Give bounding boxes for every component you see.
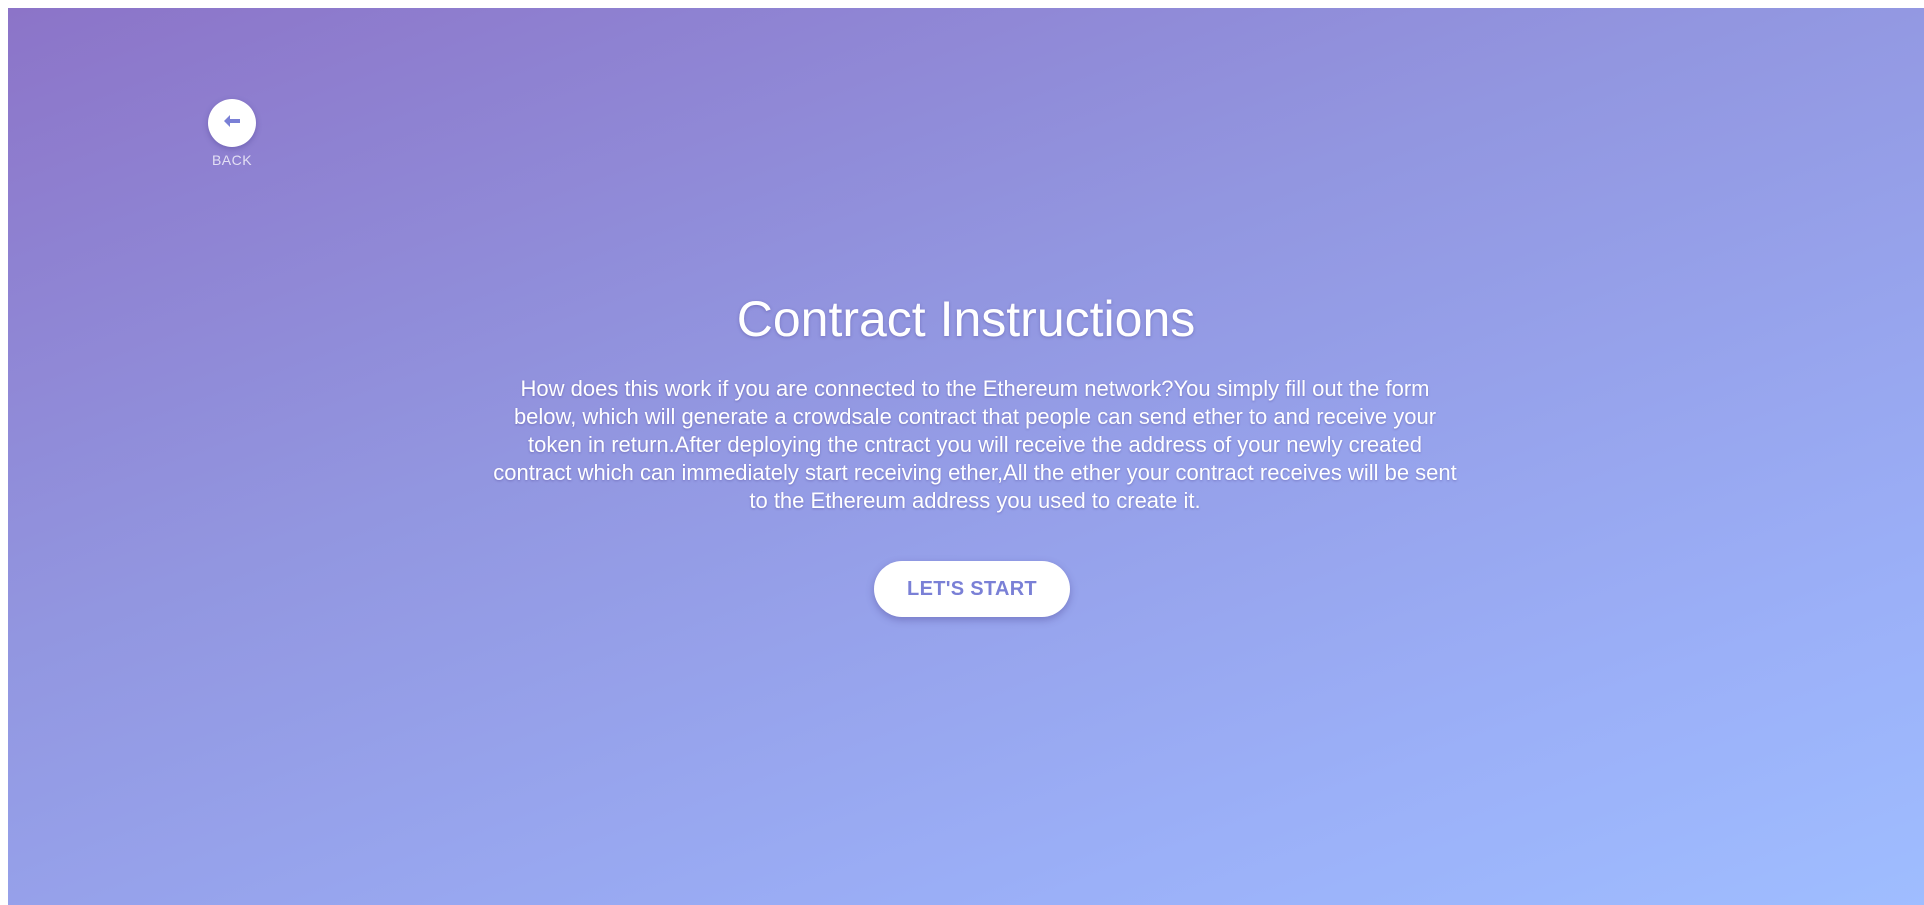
back-control[interactable]: BACK bbox=[199, 99, 265, 168]
arrow-left-icon bbox=[223, 114, 241, 133]
page-title: Contract Instructions bbox=[736, 291, 1196, 347]
back-label: BACK bbox=[211, 152, 253, 168]
back-button[interactable] bbox=[208, 99, 256, 147]
lets-start-button[interactable]: LET'S START bbox=[874, 561, 1070, 617]
page-background: BACK Contract Instructions How does this… bbox=[8, 8, 1924, 905]
instructions-text: How does this work if you are connected … bbox=[493, 376, 1457, 513]
